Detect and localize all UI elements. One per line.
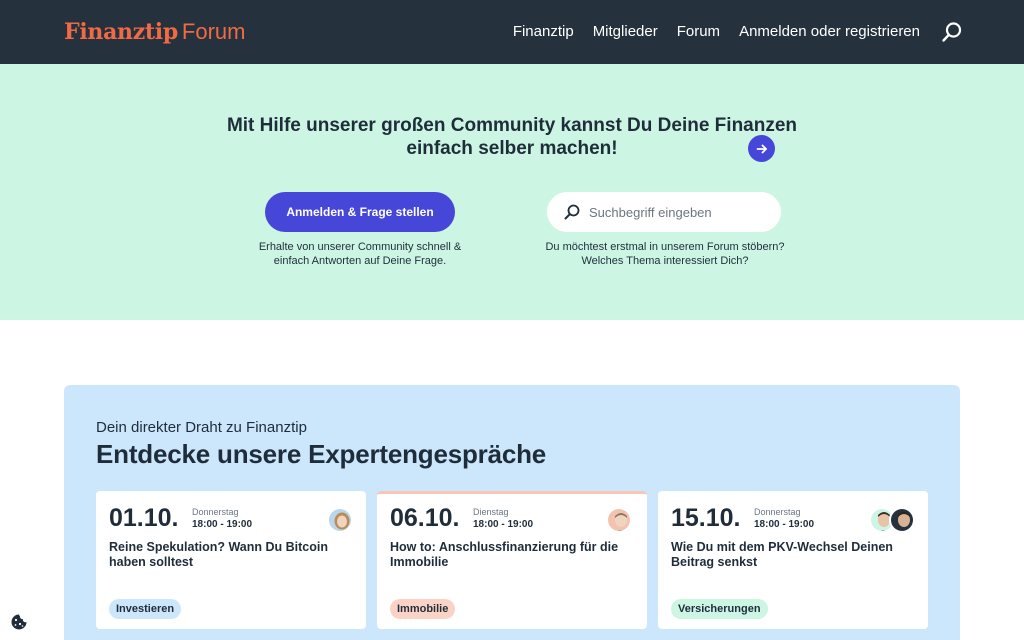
login-ask-question-button[interactable]: Anmelden & Frage stellen [265,192,455,232]
event-date: 01.10. [109,504,179,532]
cta-description: Erhalte von unserer Community schnell & … [258,241,462,267]
cookie-icon [11,614,27,630]
event-date: 15.10. [671,504,741,532]
nav-forum[interactable]: Forum [677,21,720,43]
event-title: How to: Anschlussfinanzierung für die Im… [390,540,619,569]
event-date: 06.10. [390,504,460,532]
event-card[interactable]: 15.10. Donnerstag 18:00 - 19:00 Wie Du m… [658,491,928,629]
event-weekday: Donnerstag [192,507,239,517]
topic-tag[interactable]: Versicherungen [671,599,768,619]
event-title: Wie Du mit dem PKV-Wechsel Deinen Beitra… [671,540,893,569]
nav-finanztip[interactable]: Finanztip [513,21,574,43]
section-title: Entdecke unsere Expertengespräche [96,439,547,469]
top-navigation-bar: Finanztip Forum Finanztip Mitglieder Foru… [0,0,1024,64]
event-weekday: Donnerstag [754,507,801,517]
main-nav: Finanztip Mitglieder Forum Anmelden oder… [513,21,920,43]
search-icon[interactable] [941,21,963,43]
topic-tag[interactable]: Investieren [109,599,182,619]
nav-mitglieder[interactable]: Mitglieder [593,21,658,43]
event-card[interactable]: 06.10. Dienstag 18:00 - 19:00 How to: An… [377,491,647,629]
event-time: 18:00 - 19:00 [754,519,815,530]
event-time: 18:00 - 19:00 [192,519,253,530]
search-submit-button[interactable] [748,135,775,162]
site-logo[interactable]: Finanztip Forum [64,18,245,46]
logo-brand: Finanztip [64,19,178,45]
search-description: Du möchtest erstmal in unserem Forum stö… [545,241,785,267]
event-card[interactable]: 01.10. Donnerstag 18:00 - 19:00 Reine Sp… [96,491,366,629]
expert-talks-section: Dein direkter Draht zu Finanztip Entdeck… [64,385,960,640]
forum-search-box [547,192,781,232]
topic-tag[interactable]: Immobilie [390,599,456,619]
expert-avatar [327,507,353,533]
event-title: Reine Spekulation? Wann Du Bitcoin haben… [109,540,328,569]
logo-forum: Forum [181,19,246,44]
expert-avatar [606,507,632,533]
arrow-right-icon [756,144,767,153]
search-input[interactable] [589,202,739,222]
hero-section: Mit Hilfe unserer großen Community kanns… [0,64,1024,320]
section-kicker: Dein direkter Draht zu Finanztip [96,419,307,436]
hero-headline: Mit Hilfe unserer großen Community kanns… [226,115,798,159]
nav-login-register[interactable]: Anmelden oder registrieren [739,21,920,43]
search-icon [564,204,580,220]
event-time: 18:00 - 19:00 [473,519,534,530]
expert-avatar [889,507,915,533]
cookie-settings-button[interactable] [8,611,30,633]
event-weekday: Dienstag [473,507,509,517]
